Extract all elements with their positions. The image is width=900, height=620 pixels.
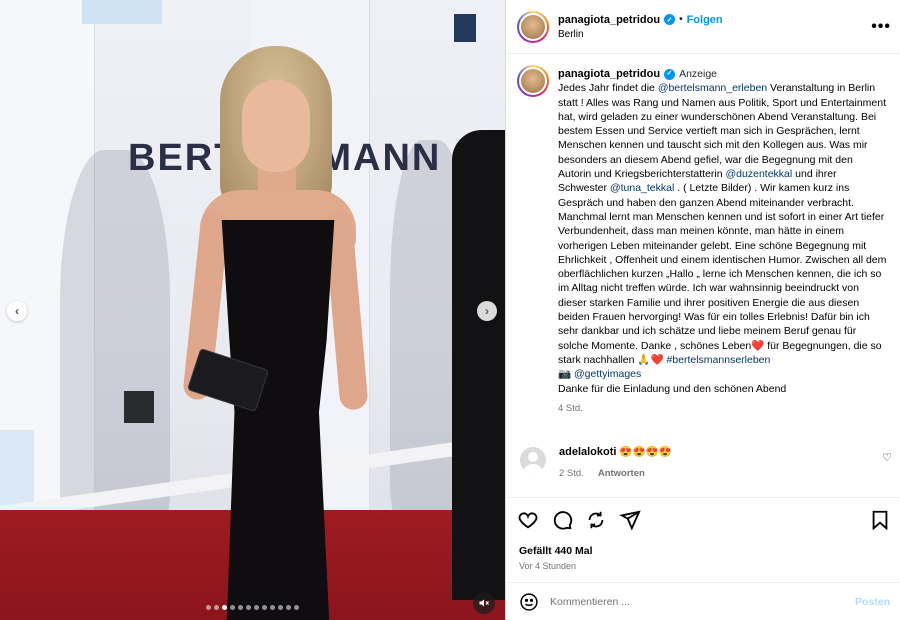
repost-icon[interactable] — [585, 509, 607, 531]
carousel-dot — [270, 605, 275, 610]
separator: • — [679, 14, 683, 25]
likes-count[interactable]: Gefällt 440 Mal — [519, 545, 593, 557]
face — [242, 80, 310, 172]
mention-link[interactable]: @duzentekkal — [726, 168, 793, 180]
mute-button[interactable] — [473, 592, 495, 614]
caption-segment: Danke für die Einladung und den schönen … — [558, 382, 787, 395]
carousel-dot — [230, 605, 235, 610]
comment-username[interactable]: adelalokoti — [559, 446, 616, 458]
dress — [221, 220, 335, 620]
carousel-dot — [246, 605, 251, 610]
comment-icon[interactable] — [551, 509, 573, 531]
carousel-dot — [278, 605, 283, 610]
backdrop-decor — [454, 14, 476, 42]
chevron-left-icon: ‹ — [15, 304, 19, 318]
comment-input[interactable] — [550, 595, 820, 608]
reply-button[interactable]: Antworten — [598, 468, 645, 479]
shadow — [60, 150, 170, 530]
post-sidebar: panagiota_petridou ✓ • Folgen Berlin •••… — [505, 0, 900, 620]
action-bar: Gefällt 440 Mal Vor 4 Stunden — [506, 497, 900, 581]
mention-link[interactable]: @bertelsmann_erleben — [658, 82, 767, 94]
post-timestamp: Vor 4 Stunden — [519, 561, 577, 571]
chevron-right-icon: › — [485, 304, 489, 318]
carousel-dot — [254, 605, 259, 610]
prev-media-button[interactable]: ‹ — [7, 301, 27, 321]
caption-segment: 📷 — [558, 368, 572, 381]
comment-text: 😍😍😍😍 — [619, 446, 672, 458]
carousel-dot — [222, 605, 227, 610]
post-header: panagiota_petridou ✓ • Folgen Berlin ••• — [506, 0, 900, 54]
next-media-button[interactable]: › — [477, 301, 497, 321]
carousel-dot — [286, 605, 291, 610]
caption-segment: . ( Letzte Bilder) . Wir kamen kurz ins … — [558, 182, 887, 366]
post-media[interactable]: BERTELSMANN ‹ › — [0, 0, 505, 620]
caption-username[interactable]: panagiota_petridou — [558, 67, 660, 81]
backdrop-decor — [82, 0, 162, 24]
mention-link[interactable]: @gettyimages — [574, 368, 641, 380]
carousel-dot — [294, 605, 299, 610]
carousel-dot — [214, 605, 219, 610]
post-comment-button[interactable]: Posten — [855, 596, 890, 608]
author-username[interactable]: panagiota_petridou — [558, 14, 660, 26]
avatar[interactable] — [517, 65, 549, 97]
comment-composer: Posten — [506, 582, 900, 620]
backdrop-decor — [0, 430, 34, 510]
person-photo — [180, 40, 380, 620]
verified-badge-icon: ✓ — [664, 14, 676, 25]
comment-like-icon[interactable]: ♡ — [882, 451, 892, 464]
follow-button[interactable]: Folgen — [687, 14, 723, 26]
hashtag-link[interactable]: #bertelsmannserleben — [666, 354, 770, 366]
more-options-icon[interactable]: ••• — [871, 18, 891, 36]
emoji-icon[interactable] — [519, 592, 539, 612]
carousel-dot — [206, 605, 211, 610]
sponsored-label: Anzeige — [679, 68, 718, 80]
heart-icon[interactable] — [517, 509, 539, 531]
person-right — [452, 130, 505, 600]
comment-timestamp[interactable]: 2 Std. — [559, 468, 584, 479]
speaker-muted-icon — [479, 599, 489, 607]
mention-link[interactable]: @tuna_tekkal — [610, 182, 674, 194]
share-icon[interactable] — [619, 509, 641, 531]
default-avatar-icon[interactable] — [520, 447, 546, 473]
comment-item: adelalokoti 😍😍😍😍 2 Std. Antworten ♡ — [517, 445, 892, 479]
caption-segment: Veranstaltung in Berlin statt ! Alles wa… — [558, 82, 887, 181]
bookmark-icon[interactable] — [869, 509, 891, 531]
caption-text: Jedes Jahr findet die @bertelsmann_erleb… — [558, 81, 888, 396]
carousel-indicator — [206, 605, 299, 610]
caption: panagiota_petridou ✓ Anzeige Jedes Jahr … — [517, 65, 888, 416]
caption-segment: Jedes Jahr findet die — [558, 82, 658, 95]
post-location[interactable]: Berlin — [558, 29, 723, 40]
verified-badge-icon: ✓ — [664, 68, 676, 80]
comments-scroll-area[interactable]: panagiota_petridou ✓ Anzeige Jedes Jahr … — [506, 55, 900, 497]
carousel-dot — [262, 605, 267, 610]
carousel-dot — [238, 605, 243, 610]
avatar[interactable] — [517, 10, 549, 43]
caption-timestamp[interactable]: 4 Std. — [558, 402, 888, 416]
instagram-post-modal: BERTELSMANN ‹ › — [0, 0, 900, 620]
